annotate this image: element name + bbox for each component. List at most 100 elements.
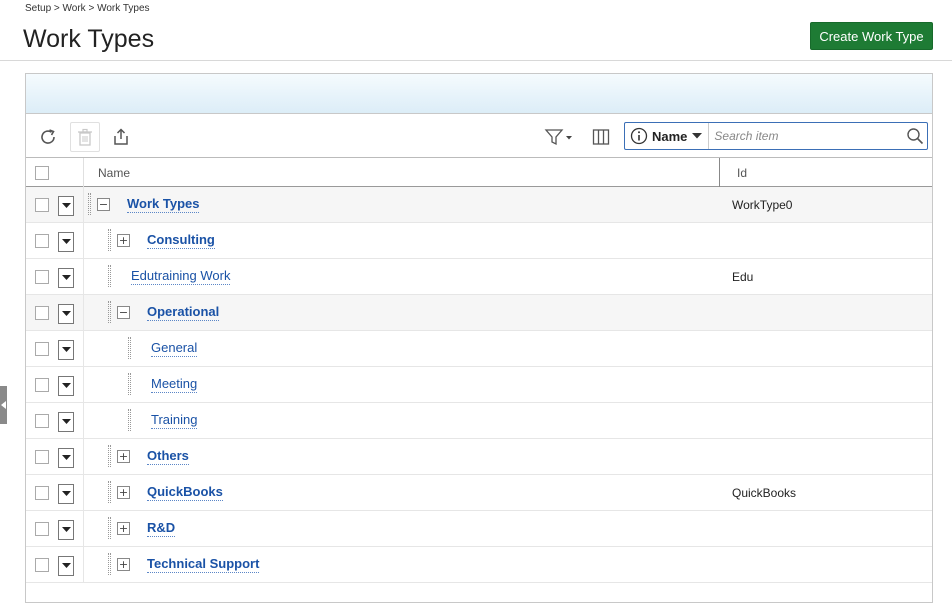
row-name-link[interactable]: Others: [147, 448, 189, 465]
row-actions-button[interactable]: [58, 196, 74, 216]
column-separator: [83, 511, 84, 547]
row-actions-button[interactable]: [58, 448, 74, 468]
column-separator: [83, 259, 84, 295]
row-name-link[interactable]: QuickBooks: [147, 484, 223, 501]
columns-button[interactable]: [586, 122, 616, 152]
left-collapse-tab[interactable]: [0, 386, 7, 424]
column-resize-handle[interactable]: [719, 158, 720, 187]
table-row[interactable]: + Technical Support: [26, 547, 932, 583]
row-checkbox[interactable]: [35, 414, 49, 428]
row-actions-button[interactable]: [58, 304, 74, 324]
row-name-link[interactable]: Operational: [147, 304, 220, 321]
drag-handle[interactable]: [128, 373, 131, 395]
row-name-link[interactable]: Training: [151, 412, 198, 429]
row-checkbox[interactable]: [35, 198, 49, 212]
row-actions-button[interactable]: [58, 232, 74, 252]
column-separator: [83, 547, 84, 583]
table-row[interactable]: Training: [26, 403, 932, 439]
expand-icon[interactable]: +: [117, 450, 130, 463]
row-actions-button[interactable]: [58, 412, 74, 432]
drag-handle[interactable]: [128, 409, 131, 431]
table-row[interactable]: + Consulting: [26, 223, 932, 259]
chevron-down-icon: [61, 239, 71, 244]
row-checkbox[interactable]: [35, 558, 49, 572]
info-icon: [630, 127, 648, 145]
refresh-button[interactable]: [33, 122, 63, 152]
filter-icon: [544, 129, 572, 146]
table-row[interactable]: − Operational: [26, 295, 932, 331]
drag-handle[interactable]: [128, 337, 131, 359]
drag-handle[interactable]: [108, 445, 111, 467]
row-actions-button[interactable]: [58, 556, 74, 576]
table-row[interactable]: Meeting: [26, 367, 932, 403]
table-row[interactable]: + QuickBooks QuickBooks: [26, 475, 932, 511]
row-name-link[interactable]: R&D: [147, 520, 176, 537]
search-input[interactable]: [709, 125, 900, 147]
row-checkbox[interactable]: [35, 450, 49, 464]
expand-icon[interactable]: +: [117, 234, 130, 247]
drag-handle[interactable]: [108, 517, 111, 539]
row-actions-button[interactable]: [58, 340, 74, 360]
header-separator: [83, 158, 84, 187]
row-actions-button[interactable]: [58, 484, 74, 504]
chevron-down-icon: [61, 311, 71, 316]
row-checkbox[interactable]: [35, 234, 49, 248]
column-header-id[interactable]: Id: [737, 166, 747, 180]
row-checkbox[interactable]: [35, 486, 49, 500]
table-row[interactable]: + Others: [26, 439, 932, 475]
row-name-link[interactable]: General: [151, 340, 198, 357]
row-checkbox[interactable]: [35, 306, 49, 320]
collapse-icon[interactable]: −: [97, 198, 110, 211]
column-separator: [83, 475, 84, 511]
drag-handle[interactable]: [108, 265, 111, 287]
column-separator: [83, 403, 84, 439]
grid-toolbar: Name: [26, 115, 932, 158]
collapse-arrow-icon: [1, 401, 6, 409]
filter-button[interactable]: [542, 122, 576, 152]
create-work-type-button[interactable]: Create Work Type: [810, 22, 933, 50]
row-name-link[interactable]: Edutraining Work: [131, 268, 231, 285]
row-checkbox[interactable]: [35, 378, 49, 392]
row-checkbox[interactable]: [35, 270, 49, 284]
refresh-icon: [41, 129, 55, 144]
search-icon[interactable]: [906, 127, 924, 145]
table-row[interactable]: General: [26, 331, 932, 367]
drag-handle[interactable]: [108, 553, 111, 575]
drag-handle[interactable]: [108, 229, 111, 251]
expand-icon[interactable]: +: [117, 558, 130, 571]
drag-handle[interactable]: [108, 301, 111, 323]
drag-handle[interactable]: [108, 481, 111, 503]
chevron-down-icon: [692, 133, 703, 139]
row-name-link[interactable]: Work Types: [127, 196, 200, 213]
page-title: Work Types: [23, 25, 155, 53]
row-name-link[interactable]: Consulting: [147, 232, 215, 249]
row-checkbox[interactable]: [35, 342, 49, 356]
export-button[interactable]: [106, 122, 136, 152]
row-checkbox[interactable]: [35, 522, 49, 536]
collapse-icon[interactable]: −: [117, 306, 130, 319]
column-separator: [83, 223, 84, 259]
grid-header: Name Id: [26, 158, 932, 187]
search-field-selector[interactable]: Name: [625, 123, 710, 149]
row-name-link[interactable]: Meeting: [151, 376, 198, 393]
expand-icon[interactable]: +: [117, 486, 130, 499]
table-row[interactable]: + R&D: [26, 511, 932, 547]
trash-icon: [78, 128, 92, 146]
chevron-down-icon: [61, 419, 71, 424]
breadcrumb: Setup > Work > Work Types: [25, 3, 150, 14]
row-actions-button[interactable]: [58, 520, 74, 540]
row-name-link[interactable]: Technical Support: [147, 556, 260, 573]
table-row[interactable]: Edutraining Work Edu: [26, 259, 932, 295]
select-all-checkbox[interactable]: [35, 166, 49, 180]
chevron-down-icon: [61, 563, 71, 568]
row-actions-button[interactable]: [58, 376, 74, 396]
expand-icon[interactable]: +: [117, 522, 130, 535]
row-actions-button[interactable]: [58, 268, 74, 288]
chevron-down-icon: [61, 275, 71, 280]
column-header-name[interactable]: Name: [98, 166, 130, 180]
table-row[interactable]: − Work Types WorkType0: [26, 187, 932, 223]
chevron-down-icon: [61, 383, 71, 388]
delete-button[interactable]: [70, 122, 100, 152]
drag-handle[interactable]: [88, 193, 91, 215]
row-id-value: QuickBooks: [732, 486, 797, 500]
